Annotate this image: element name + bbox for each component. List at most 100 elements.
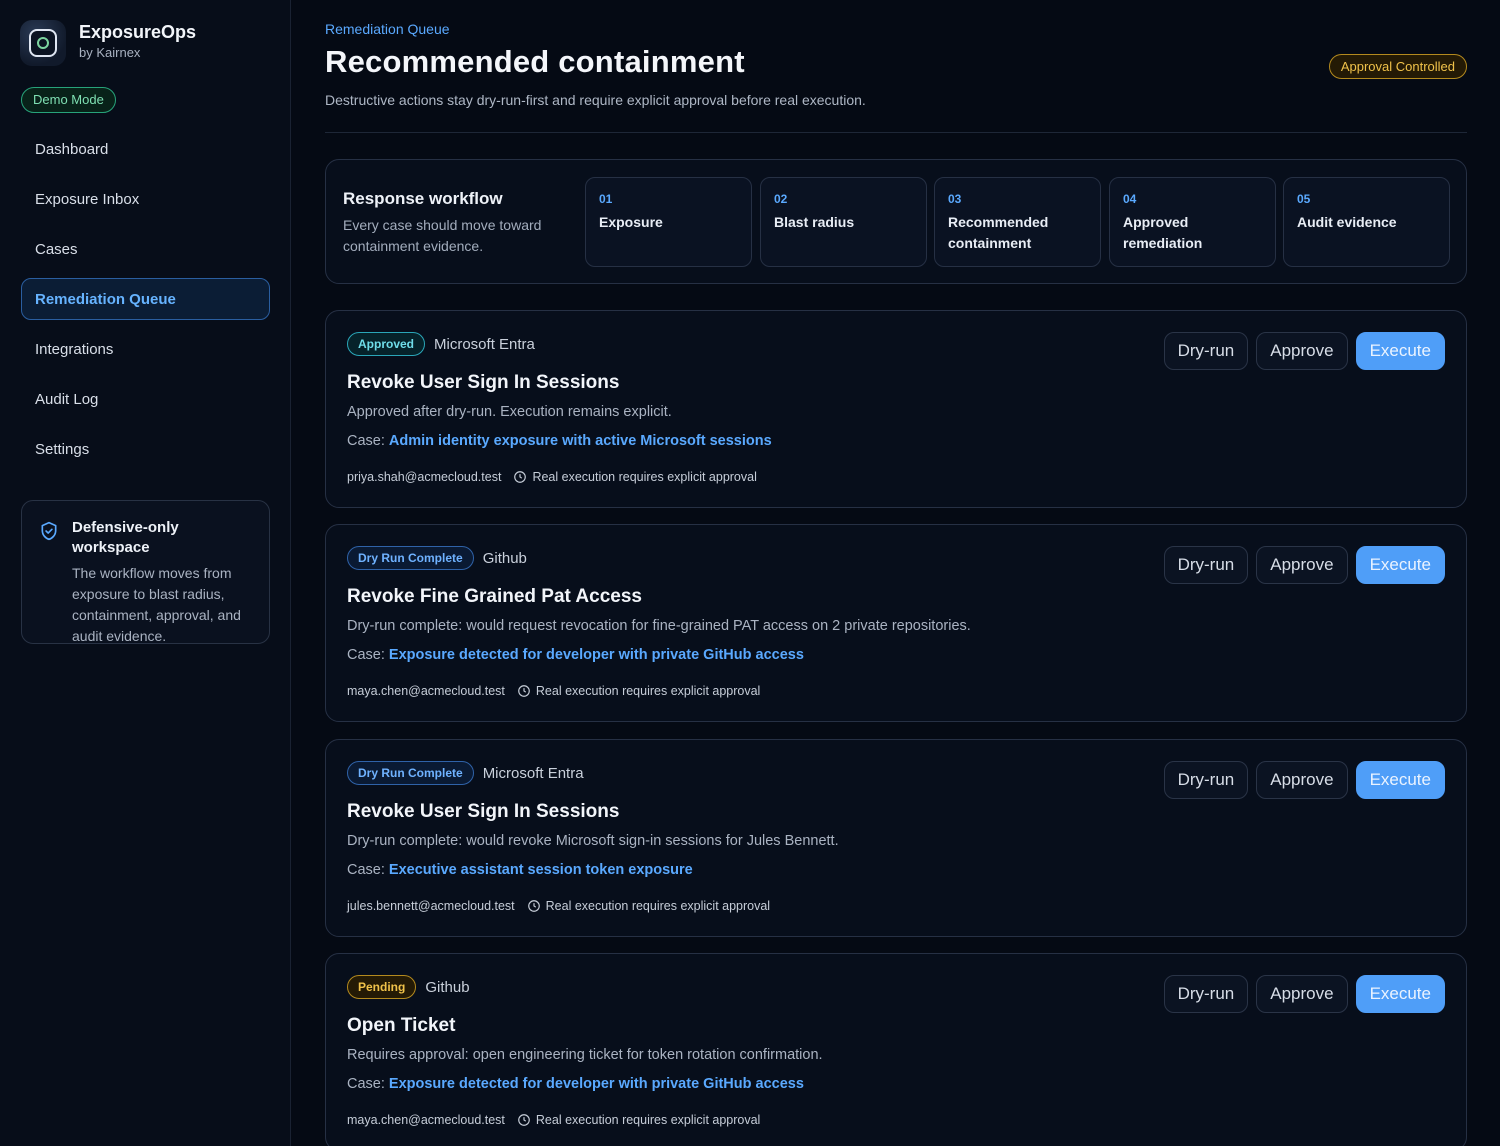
workflow-title: Response workflow: [343, 189, 503, 208]
card-meta: maya.chen@acmecloud.test Real execution …: [347, 684, 760, 698]
step-label: Exposure: [599, 214, 663, 230]
step-number: 03: [948, 192, 962, 206]
sidebar-item-exposure-inbox[interactable]: Exposure Inbox: [21, 178, 270, 220]
case-line: Case: Exposure detected for developer wi…: [347, 647, 804, 663]
demo-mode-badge: Demo Mode: [21, 87, 116, 113]
execute-button[interactable]: Execute: [1355, 546, 1445, 584]
clock-icon: [518, 1114, 530, 1126]
case-line: Case: Executive assistant session token …: [347, 862, 693, 878]
dry-run-button[interactable]: Dry-run: [1163, 546, 1249, 584]
workflow-step-approved-remediation: 04 Approved remediation: [1109, 177, 1276, 267]
action-title: Revoke User Sign In Sessions: [347, 801, 620, 822]
execute-button[interactable]: Execute: [1355, 761, 1445, 799]
user-email: jules.bennett@acmecloud.test: [347, 899, 515, 913]
workflow-step-audit-evidence: 05 Audit evidence: [1283, 177, 1450, 267]
defensive-workspace-body: The workflow moves from exposure to blas…: [72, 565, 241, 644]
app-vendor: by Kairnex: [79, 45, 141, 60]
sidebar-item-integrations[interactable]: Integrations: [21, 328, 270, 370]
provider-label: Github: [482, 549, 527, 567]
action-description: Approved after dry-run. Execution remain…: [347, 404, 672, 420]
step-number: 04: [1123, 192, 1137, 206]
case-line: Case: Exposure detected for developer wi…: [347, 1076, 804, 1092]
workflow-step-recommended-containment: 03 Recommended containment: [934, 177, 1101, 267]
dry-run-button[interactable]: Dry-run: [1163, 975, 1249, 1013]
case-prefix: Case:: [347, 1076, 385, 1092]
step-label: Audit evidence: [1297, 214, 1397, 230]
provider-label: Github: [425, 978, 470, 996]
step-label: Blast radius: [774, 214, 855, 230]
sidebar-item-settings[interactable]: Settings: [21, 428, 270, 470]
app-logo-icon: [20, 20, 66, 66]
status-badge: Pending: [347, 975, 417, 999]
provider-label: Microsoft Entra: [482, 764, 584, 782]
case-link[interactable]: Exposure detected for developer with pri…: [389, 1076, 804, 1092]
case-prefix: Case:: [347, 433, 385, 449]
step-number: 02: [774, 192, 788, 206]
case-link[interactable]: Admin identity exposure with active Micr…: [389, 433, 772, 449]
action-title: Revoke User Sign In Sessions: [347, 372, 620, 393]
workflow-step-exposure: 01 Exposure: [585, 177, 752, 267]
case-link[interactable]: Exposure detected for developer with pri…: [389, 647, 804, 663]
remediation-card: Dry Run Complete Microsoft Entra Revoke …: [325, 739, 1467, 937]
execute-button[interactable]: Execute: [1355, 975, 1445, 1013]
remediation-card: Pending Github Open Ticket Requires appr…: [325, 953, 1467, 1146]
clock-icon: [518, 685, 530, 697]
action-description: Requires approval: open engineering tick…: [347, 1047, 823, 1063]
approval-note: Real execution requires explicit approva…: [532, 470, 757, 484]
clock-icon: [527, 900, 540, 912]
approve-button[interactable]: Approve: [1256, 546, 1348, 584]
approve-button[interactable]: Approve: [1256, 975, 1348, 1013]
case-prefix: Case:: [347, 862, 385, 878]
status-badge: Dry Run Complete: [347, 761, 474, 785]
step-label: Recommended containment: [948, 214, 1049, 251]
remediation-card: Approved Microsoft Entra Revoke User Sig…: [325, 310, 1467, 508]
clock-icon: [514, 471, 527, 483]
approval-controlled-badge: Approval Controlled: [1328, 54, 1467, 79]
approve-button[interactable]: Approve: [1256, 332, 1348, 370]
sidebar: ExposureOps by Kairnex Demo Mode Dashboa…: [0, 0, 291, 1146]
response-workflow: Response workflow Every case should move…: [325, 159, 1467, 284]
step-number: 01: [599, 192, 613, 206]
app-name: ExposureOps: [79, 22, 197, 42]
dry-run-button[interactable]: Dry-run: [1163, 761, 1249, 799]
case-line: Case: Admin identity exposure with activ…: [347, 433, 772, 449]
user-email: priya.shah@acmecloud.test: [347, 470, 502, 484]
step-label: Approved remediation: [1123, 214, 1203, 251]
sidebar-item-remediation-queue[interactable]: Remediation Queue: [21, 278, 270, 320]
dry-run-button[interactable]: Dry-run: [1163, 332, 1249, 370]
remediation-card: Dry Run Complete Github Revoke Fine Grai…: [325, 524, 1467, 722]
defensive-workspace-card: Defensive-only workspace The workflow mo…: [21, 500, 270, 644]
breadcrumb[interactable]: Remediation Queue: [325, 21, 450, 37]
action-description: Dry-run complete: would revoke Microsoft…: [347, 833, 839, 849]
card-meta: priya.shah@acmecloud.test Real execution…: [347, 470, 757, 484]
sidebar-item-cases[interactable]: Cases: [21, 228, 270, 270]
workflow-step-blast-radius: 02 Blast radius: [760, 177, 927, 267]
approve-button[interactable]: Approve: [1256, 761, 1348, 799]
approval-note: Real execution requires explicit approva…: [545, 899, 771, 913]
action-buttons: Dry-run Approve Execute: [1156, 975, 1445, 1013]
action-title: Open Ticket: [347, 1015, 456, 1036]
shield-check-icon: [41, 521, 57, 541]
case-link[interactable]: Executive assistant session token exposu…: [389, 862, 693, 878]
defensive-workspace-title: Defensive-only workspace: [72, 519, 179, 556]
sidebar-item-audit-log[interactable]: Audit Log: [21, 378, 270, 420]
brand[interactable]: ExposureOps by Kairnex: [20, 20, 196, 66]
sidebar-nav: Dashboard Exposure Inbox Cases Remediati…: [21, 128, 270, 478]
step-number: 05: [1297, 192, 1311, 206]
action-description: Dry-run complete: would request revocati…: [347, 618, 971, 634]
approval-note: Real execution requires explicit approva…: [535, 684, 761, 698]
approval-note: Real execution requires explicit approva…: [535, 1113, 761, 1127]
user-email: maya.chen@acmecloud.test: [347, 1113, 505, 1127]
action-title: Revoke Fine Grained Pat Access: [347, 586, 642, 607]
workflow-description: Every case should move toward containmen…: [343, 217, 542, 254]
user-email: maya.chen@acmecloud.test: [347, 684, 505, 698]
page-title: Recommended containment: [325, 44, 745, 79]
card-meta: maya.chen@acmecloud.test Real execution …: [347, 1113, 760, 1127]
execute-button[interactable]: Execute: [1355, 332, 1445, 370]
status-badge: Approved: [347, 332, 426, 356]
action-buttons: Dry-run Approve Execute: [1156, 546, 1445, 584]
sidebar-item-dashboard[interactable]: Dashboard: [21, 128, 270, 170]
status-badge: Dry Run Complete: [347, 546, 474, 570]
header-divider: [325, 132, 1467, 133]
action-buttons: Dry-run Approve Execute: [1156, 761, 1445, 799]
